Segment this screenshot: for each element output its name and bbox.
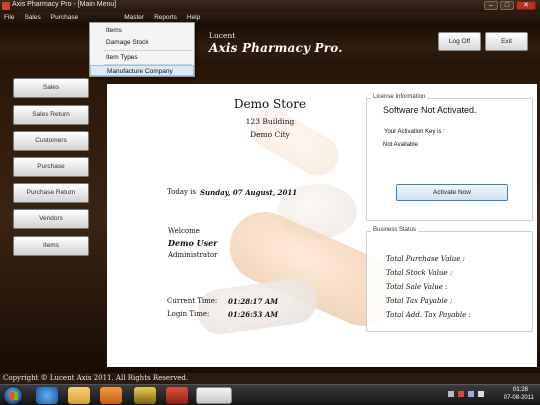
- total-sale-value: Total Sale Value :: [386, 283, 448, 291]
- login-time-label: Login Time:: [167, 310, 210, 318]
- total-stock-value: Total Stock Value :: [386, 269, 453, 277]
- start-button[interactable]: [3, 386, 23, 405]
- clock-date: 07-08-2011: [503, 395, 534, 401]
- system-clock[interactable]: 01:28 07-08-2011: [476, 386, 536, 405]
- sidebar-purchase-return-button[interactable]: Purchase Return: [13, 183, 89, 203]
- menu-item-items[interactable]: Items: [90, 25, 194, 36]
- sidebar-customers-button[interactable]: Customers: [13, 131, 89, 151]
- copyright-text: Copyright © Lucent Axis 2011. All Rights…: [3, 374, 189, 382]
- menu-bar: File Sales Purchase Master Reports Help: [0, 12, 540, 23]
- maximize-icon[interactable]: □: [500, 1, 514, 10]
- menu-separator: [104, 50, 192, 51]
- menu-purchase[interactable]: Purchase: [47, 12, 82, 23]
- brand-product: Axis Pharmacy Pro.: [209, 41, 343, 55]
- exit-button[interactable]: Exit: [485, 32, 528, 51]
- master-dropdown-menu: Items Damage Stock Item Types Manufactur…: [89, 22, 195, 77]
- minimize-icon[interactable]: –: [484, 1, 498, 10]
- menu-item-damage-stock[interactable]: Damage Stock: [90, 37, 194, 48]
- sidebar-purchase-button[interactable]: Purchase: [13, 157, 89, 177]
- welcome-label: Welcome: [168, 227, 200, 235]
- sidebar-sales-button[interactable]: Sales: [13, 78, 89, 98]
- total-add-tax-payable: Total Add. Tax Payable :: [386, 311, 471, 319]
- windows-logo-icon: [10, 392, 18, 400]
- today-label: Today is: [167, 188, 197, 196]
- tray-flag-icon[interactable]: [458, 391, 464, 397]
- header: Lucent Axis Pharmacy Pro. Log Off Exit: [0, 23, 540, 65]
- store-address-line1: 123 Building: [245, 117, 295, 126]
- business-group-title: Business Status: [371, 227, 419, 233]
- pill-decoration: [243, 100, 346, 184]
- license-status: Software Not Activated.: [383, 105, 477, 115]
- folder-icon[interactable]: [68, 387, 90, 404]
- sidebar-items-button[interactable]: Items: [13, 236, 89, 256]
- total-tax-payable: Total Tax Payable :: [386, 297, 453, 305]
- sidebar-sales-return-button[interactable]: Sales Return: [13, 105, 89, 125]
- license-group-title: License Information: [371, 94, 428, 100]
- window-title: Axis Pharmacy Pro - [Main Menu]: [12, 1, 117, 8]
- taskbar: 01:28 07-08-2011: [0, 384, 540, 405]
- app-icon: [2, 2, 10, 10]
- login-time-value: 01:26:53 AM: [228, 310, 279, 319]
- network-icon[interactable]: [468, 391, 474, 397]
- store-name: Demo Store: [233, 97, 307, 111]
- menu-file[interactable]: File: [0, 12, 18, 23]
- logoff-button[interactable]: Log Off: [438, 32, 481, 51]
- title-bar: Axis Pharmacy Pro - [Main Menu] – □ ✕: [0, 0, 540, 12]
- user-role: Administrator: [168, 251, 218, 259]
- close-icon[interactable]: ✕: [516, 1, 536, 10]
- axis-pharmacy-taskbar-icon[interactable]: [196, 387, 232, 404]
- window-controls: – □ ✕: [484, 1, 536, 10]
- total-purchase-value: Total Purchase Value :: [386, 255, 465, 263]
- license-info-group: License Information: [366, 94, 533, 221]
- tray-arrow-icon[interactable]: [448, 391, 454, 397]
- internet-explorer-icon[interactable]: [36, 387, 58, 404]
- menu-item-manufacture-company[interactable]: Manufacture Company: [90, 65, 194, 76]
- today-date: Sunday, 07 August, 2011: [200, 188, 298, 197]
- app-taskbar-icon[interactable]: [134, 387, 156, 404]
- pill-decoration: [194, 275, 320, 338]
- clock-time: 01:28: [512, 387, 528, 393]
- user-name: Demo User: [168, 238, 218, 248]
- store-address-line2: Demo City: [250, 130, 290, 139]
- activation-key-label: Your Activation Key is :: [384, 129, 445, 135]
- media-player-icon[interactable]: [100, 387, 122, 404]
- brand-company: Lucent: [209, 31, 236, 40]
- menu-item-item-types[interactable]: Item Types: [90, 52, 194, 63]
- current-time-label: Current Time:: [167, 297, 218, 305]
- app-taskbar-icon-2[interactable]: [166, 387, 188, 404]
- current-time-value: 01:28:17 AM: [228, 297, 279, 306]
- activate-now-button[interactable]: Activate Now: [396, 184, 508, 201]
- menu-sales[interactable]: Sales: [20, 12, 44, 23]
- sidebar-vendors-button[interactable]: Vendors: [13, 209, 89, 229]
- activation-key-value: Not Available: [383, 142, 418, 148]
